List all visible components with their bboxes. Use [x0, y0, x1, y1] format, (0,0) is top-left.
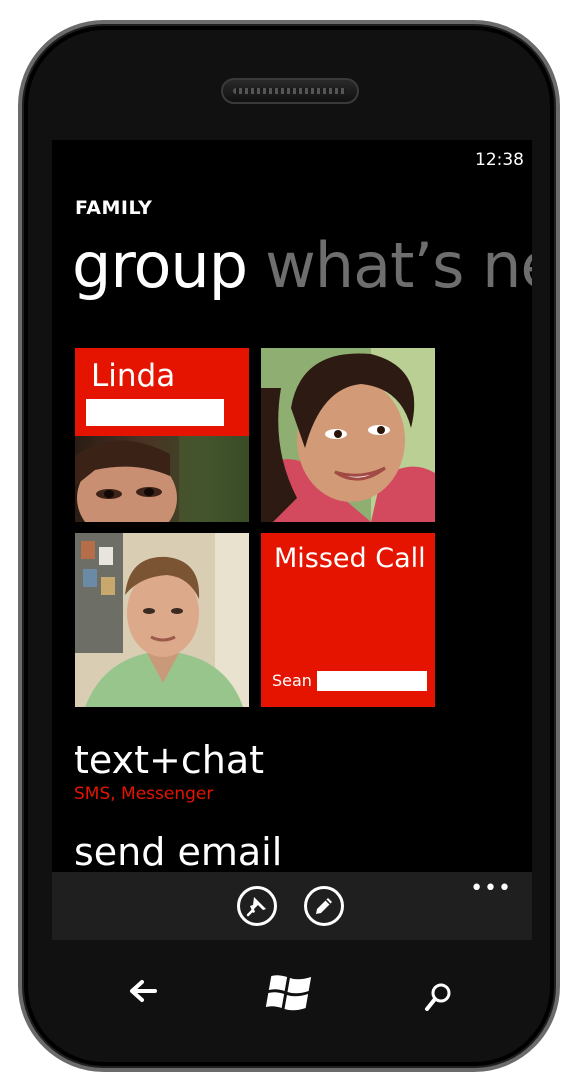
action-subtitle: SMS, Messenger: [74, 784, 214, 804]
phone-screen: 12:38 FAMILY group what’s ne Linda Misse…: [52, 140, 532, 940]
application-bar: •••: [52, 872, 532, 940]
back-icon: [130, 980, 157, 1002]
earpiece-speaker: [221, 78, 359, 104]
more-options-button[interactable]: •••: [470, 876, 512, 901]
contact-photo: [261, 348, 435, 522]
app-title: FAMILY: [75, 197, 153, 219]
action-send-email[interactable]: send email: [74, 830, 282, 874]
contact-photo: [75, 436, 249, 522]
contact-name: Linda: [91, 358, 176, 394]
pin-icon: [246, 897, 266, 917]
pivot-item-whats-new[interactable]: what’s ne: [265, 229, 532, 302]
action-text-chat[interactable]: text+chat SMS, Messenger: [74, 738, 264, 804]
contact-photo: [75, 533, 249, 707]
missed-call-caller: Sean: [272, 671, 312, 690]
windows-start-button[interactable]: [264, 972, 316, 1018]
redacted-text: [317, 671, 427, 691]
redacted-text: [86, 399, 224, 426]
edit-icon: [316, 898, 332, 914]
action-title: text+chat: [74, 738, 264, 782]
missed-call-title: Missed Call: [274, 543, 426, 574]
pivot-header: group what’s ne: [72, 230, 532, 302]
search-icon: [425, 983, 451, 1011]
search-button[interactable]: [424, 982, 452, 1016]
contact-tile-linda[interactable]: Linda: [75, 348, 249, 522]
back-button[interactable]: [128, 976, 158, 1010]
pin-button[interactable]: [237, 886, 277, 926]
contact-tile-photo[interactable]: [261, 348, 435, 522]
action-title: send email: [74, 830, 283, 874]
status-clock: 12:38: [475, 150, 524, 170]
edit-button[interactable]: [304, 886, 344, 926]
windows-start-icon: [265, 975, 312, 1011]
missed-call-tile[interactable]: Missed Call Sean: [261, 533, 435, 707]
pivot-item-group[interactable]: group: [72, 229, 248, 302]
contact-tile-photo[interactable]: [75, 533, 249, 707]
